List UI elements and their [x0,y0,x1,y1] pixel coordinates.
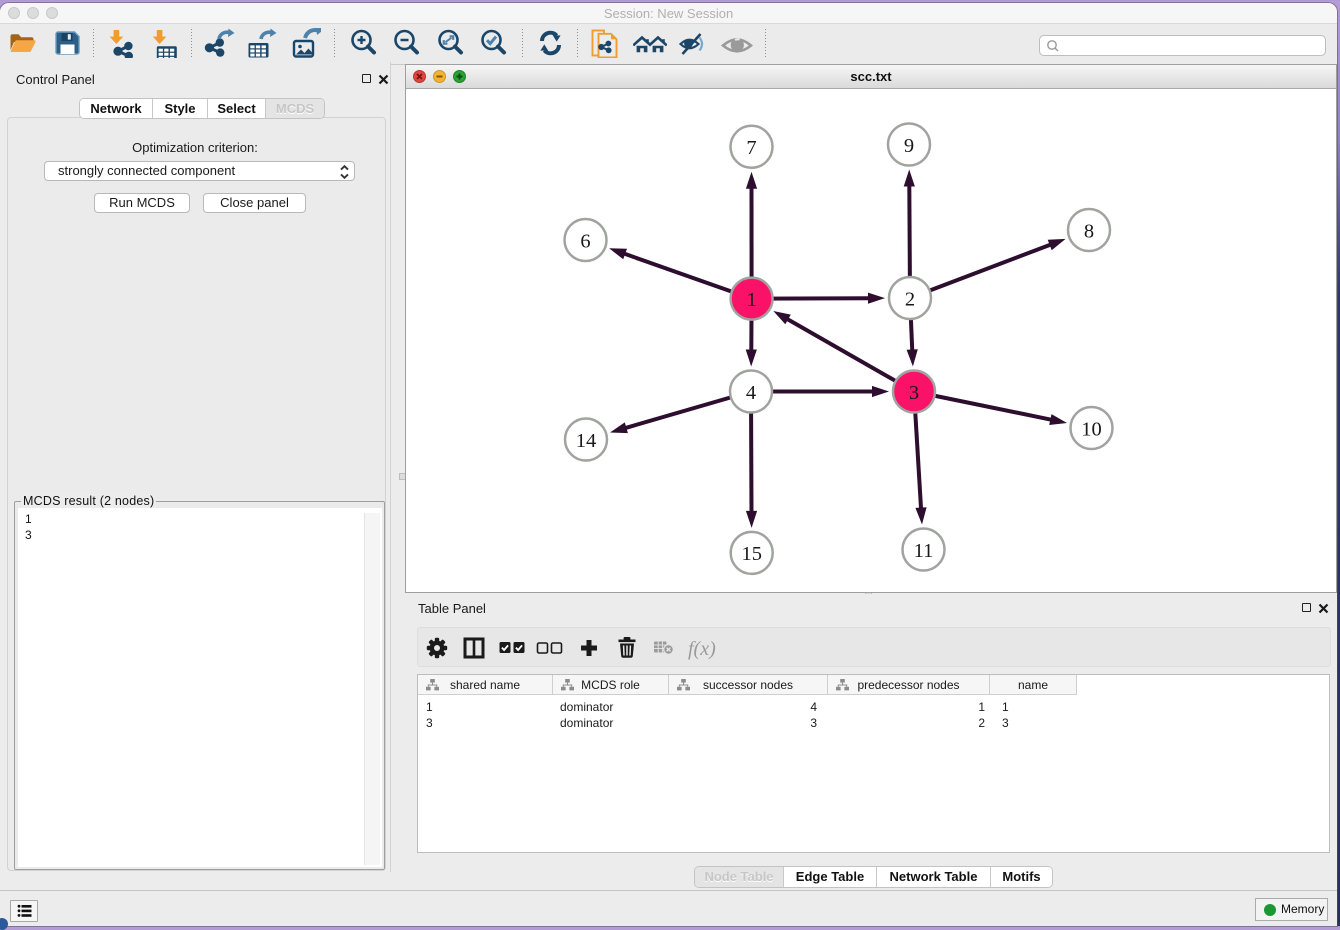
svg-text:9: 9 [904,135,914,157]
svg-text:7: 7 [746,137,756,159]
svg-text:10: 10 [1081,418,1102,440]
svg-text:11: 11 [914,540,934,562]
svg-text:3: 3 [909,382,919,404]
svg-text:15: 15 [741,543,762,565]
svg-text:8: 8 [1084,220,1094,242]
svg-text:6: 6 [580,230,590,252]
svg-text:1: 1 [746,289,756,311]
svg-text:2: 2 [905,288,915,310]
svg-text:14: 14 [576,430,597,452]
svg-text:f(x): f(x) [688,638,716,660]
svg-text:4: 4 [746,382,756,404]
